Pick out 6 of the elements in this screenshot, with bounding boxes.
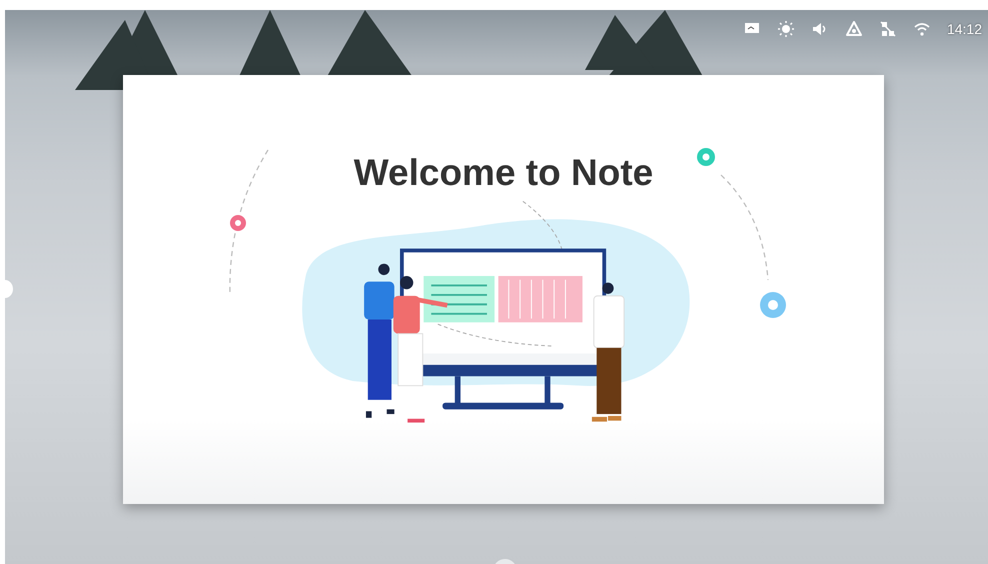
wifi-icon[interactable] [912,20,931,38]
clock-time: 14:12 [946,21,982,37]
slide-title: Welcome to Note [354,151,654,195]
network-off-icon[interactable] [878,20,897,38]
brightness-icon[interactable] [776,20,795,38]
triangle-ring-icon[interactable] [844,20,863,38]
